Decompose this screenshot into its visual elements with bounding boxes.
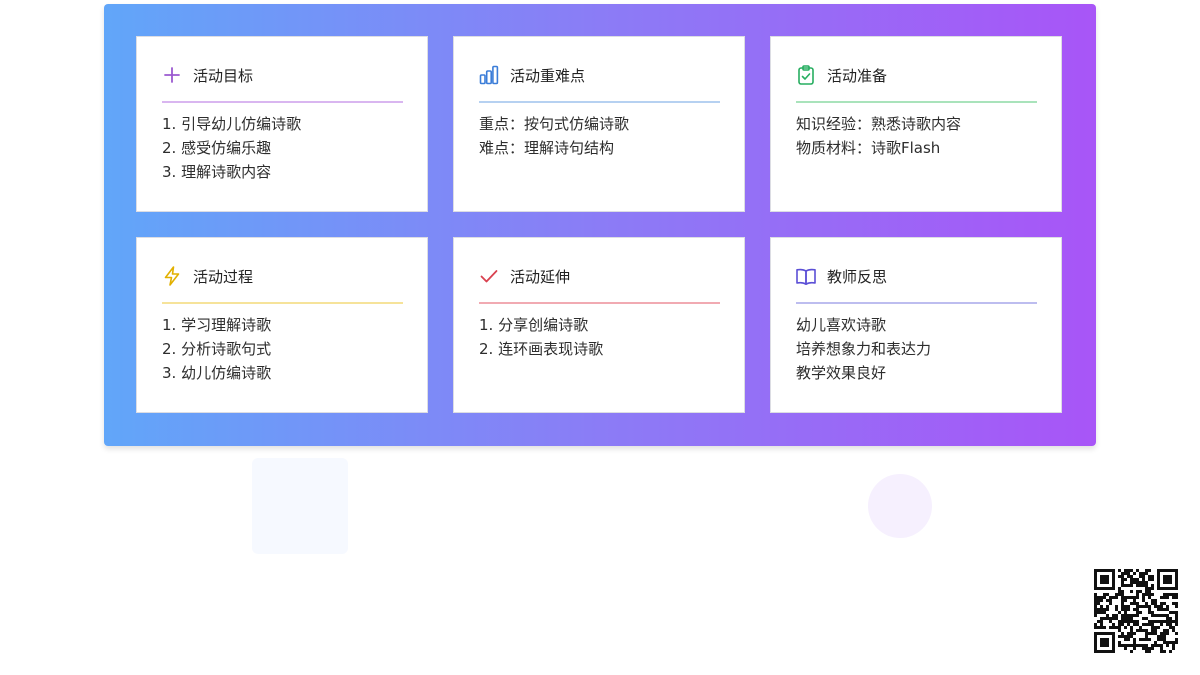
card-lines: 1. 分享创编诗歌 2. 连环画表现诗歌 (479, 313, 603, 361)
card-line: 幼儿喜欢诗歌 (796, 316, 887, 334)
plus-icon (161, 64, 183, 86)
card-lines: 1. 引导幼儿仿编诗歌 2. 感受仿编乐趣 3. 理解诗歌内容 (162, 112, 301, 184)
card-line: 物质材料：诗歌Flash (796, 139, 941, 157)
card-activity-goals: 活动目标 1. 引导幼儿仿编诗歌 2. 感受仿编乐趣 3. 理解诗歌内容 (136, 36, 428, 212)
card-line: 知识经验：熟悉诗歌内容 (796, 115, 962, 133)
card-divider (479, 302, 720, 304)
card-line: 3. 理解诗歌内容 (162, 163, 272, 181)
book-icon (795, 265, 817, 287)
card-header: 活动过程 (161, 264, 253, 288)
card-teacher-reflection: 教师反思 幼儿喜欢诗歌 培养想象力和表达力 教学效果良好 (770, 237, 1062, 413)
card-lines: 重点：按句式仿编诗歌 难点：理解诗句结构 (479, 112, 629, 160)
card-divider (796, 302, 1037, 304)
card-line: 难点：理解诗句结构 (479, 139, 615, 157)
card-line: 3. 幼儿仿编诗歌 (162, 364, 272, 382)
clipboard-check-icon (795, 64, 817, 86)
checkmark-icon (478, 265, 500, 287)
gradient-banner: 活动目标 1. 引导幼儿仿编诗歌 2. 感受仿编乐趣 3. 理解诗歌内容 活动重… (104, 4, 1096, 446)
card-line: 2. 分析诗歌句式 (162, 340, 272, 358)
card-lines: 知识经验：熟悉诗歌内容 物质材料：诗歌Flash (796, 112, 961, 160)
card-title: 活动重难点 (510, 66, 586, 85)
card-line: 培养想象力和表达力 (796, 340, 932, 358)
card-divider (162, 302, 403, 304)
card-header: 教师反思 (795, 264, 887, 288)
card-header: 活动准备 (795, 63, 887, 87)
card-title: 教师反思 (827, 267, 888, 286)
card-lines: 1. 学习理解诗歌 2. 分析诗歌句式 3. 幼儿仿编诗歌 (162, 313, 271, 385)
card-divider (796, 101, 1037, 103)
card-activity-process: 活动过程 1. 学习理解诗歌 2. 分析诗歌句式 3. 幼儿仿编诗歌 (136, 237, 428, 413)
card-line: 1. 学习理解诗歌 (162, 316, 272, 334)
card-divider (479, 101, 720, 103)
card-title: 活动过程 (193, 267, 254, 286)
lightning-icon (161, 265, 183, 287)
card-line: 重点：按句式仿编诗歌 (479, 115, 630, 133)
card-header: 活动目标 (161, 63, 253, 87)
card-line: 1. 分享创编诗歌 (479, 316, 589, 334)
card-title: 活动延伸 (510, 267, 571, 286)
card-line: 教学效果良好 (796, 364, 887, 382)
qr-code-icon (1094, 569, 1178, 653)
card-title: 活动目标 (193, 66, 254, 85)
decorative-circle (868, 474, 932, 538)
card-preparation: 活动准备 知识经验：熟悉诗歌内容 物质材料：诗歌Flash (770, 36, 1062, 212)
card-key-points: 活动重难点 重点：按句式仿编诗歌 难点：理解诗句结构 (453, 36, 745, 212)
card-divider (162, 101, 403, 103)
card-title: 活动准备 (827, 66, 888, 85)
bar-chart-icon (478, 64, 500, 86)
card-line: 1. 引导幼儿仿编诗歌 (162, 115, 302, 133)
card-line: 2. 连环画表现诗歌 (479, 340, 604, 358)
card-header: 活动重难点 (478, 63, 585, 87)
decorative-square (252, 458, 348, 554)
card-lines: 幼儿喜欢诗歌 培养想象力和表达力 教学效果良好 (796, 313, 931, 385)
card-line: 2. 感受仿编乐趣 (162, 139, 272, 157)
card-header: 活动延伸 (478, 264, 570, 288)
card-extension: 活动延伸 1. 分享创编诗歌 2. 连环画表现诗歌 (453, 237, 745, 413)
